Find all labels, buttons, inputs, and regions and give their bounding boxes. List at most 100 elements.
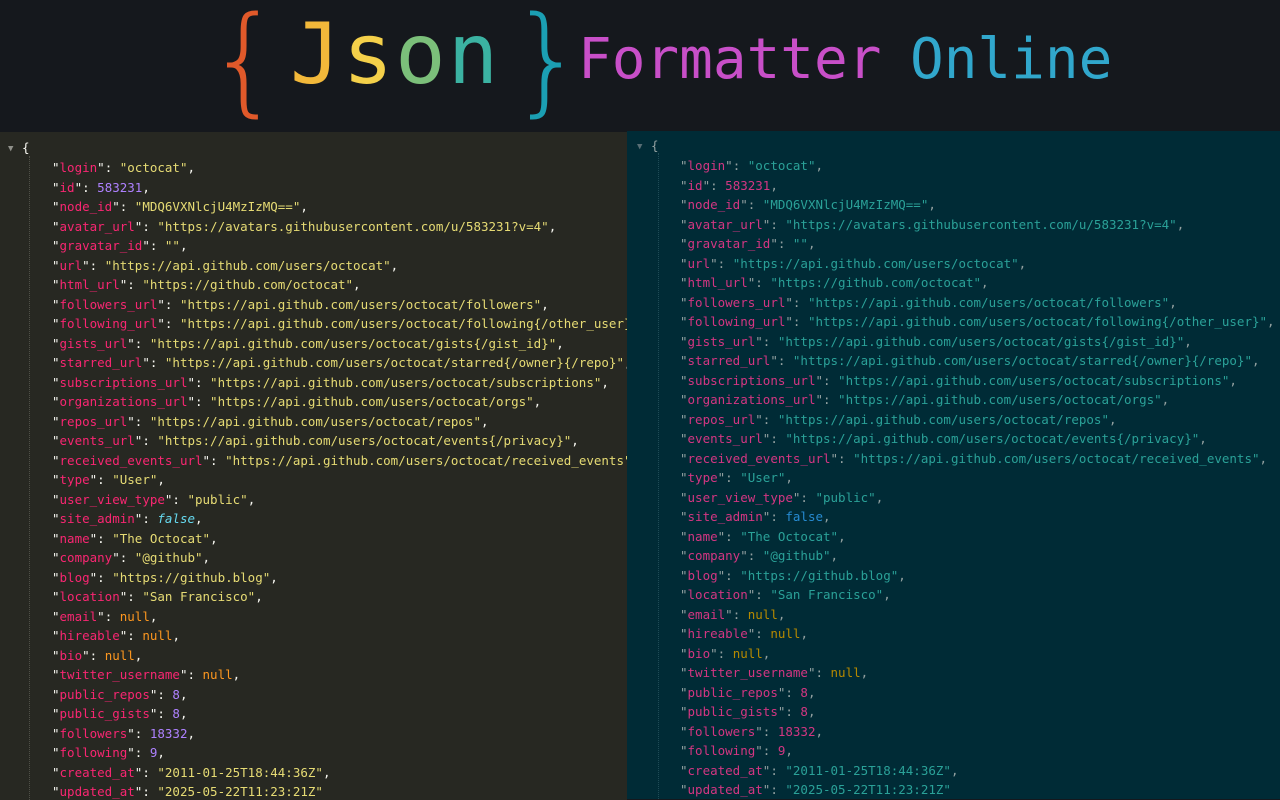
json-value: 583231 [97, 179, 143, 195]
quote: " [52, 647, 60, 663]
json-key: public_gists [687, 704, 778, 719]
json-key: organizations_url [59, 394, 188, 409]
quote-colon: ": [134, 764, 158, 780]
quote-colon: ": [187, 374, 211, 390]
quote: " [52, 667, 60, 682]
comma: , [1229, 372, 1237, 388]
quote: " [680, 333, 688, 349]
quote-colon: ": [134, 433, 158, 448]
json-key: repos_url [687, 411, 756, 427]
json-line: "gravatar_id": "", [52, 236, 627, 256]
json-line: "gists_url": "https://api.github.com/use… [52, 334, 627, 354]
json-line: "followers_url": "https://api.github.com… [680, 293, 1275, 313]
comma: , [807, 704, 816, 719]
json-value: "https://api.github.com/users/octocat/fo… [179, 316, 627, 331]
json-line: "created_at": "2011-01-25T18:44:36Z", [680, 761, 1275, 781]
quote: " [52, 725, 60, 741]
json-line: "gravatar_id": "", [680, 234, 1275, 254]
quote: " [680, 216, 688, 232]
json-value: "" [792, 236, 808, 251]
json-line: "node_id": "MDQ6VXNlcjU4MzIzMQ==", [680, 195, 1275, 215]
json-key: login [687, 158, 726, 173]
json-value: "@github" [134, 550, 203, 565]
comma: , [247, 491, 256, 507]
quote-colon: ": [762, 782, 786, 797]
quote: " [52, 452, 60, 468]
quote: " [52, 160, 60, 175]
quote: " [680, 411, 688, 427]
json-line: "following": 9, [52, 743, 627, 763]
quote: " [680, 353, 688, 368]
json-line: "created_at": "2011-01-25T18:44:36Z", [52, 763, 627, 783]
comma: , [172, 628, 180, 643]
json-key: following_url [59, 316, 158, 331]
comma: , [480, 413, 489, 429]
comma: , [898, 567, 906, 583]
quote-colon: ": [777, 704, 801, 719]
json-value: "MDQ6VXNlcjU4MzIzMQ==" [134, 199, 301, 214]
quote-colon: ": [710, 255, 733, 271]
quote: " [680, 314, 688, 329]
quote: " [52, 277, 60, 292]
quote-colon: ": [740, 548, 763, 563]
json-key: email [59, 608, 98, 624]
quote-colon: ": [112, 550, 135, 565]
json-line: "following": 9, [680, 741, 1275, 761]
json-value: "https://github.com/octocat" [770, 275, 982, 290]
comma: , [1251, 353, 1260, 368]
comma: , [807, 236, 816, 251]
json-key: site_admin [59, 511, 135, 526]
quote-colon: ": [187, 394, 211, 409]
json-key: html_url [59, 277, 120, 292]
json-line: "twitter_username": null, [52, 665, 627, 685]
json-value: "octocat" [119, 160, 188, 175]
quote-colon: ": [755, 411, 778, 427]
json-value: "" [164, 238, 180, 253]
banner-logo: { Json } Formatter Online [0, 0, 1280, 132]
quote: " [52, 355, 60, 370]
comma: , [770, 177, 778, 193]
quote: " [52, 413, 60, 429]
fold-toggle-icon[interactable]: ▼ [637, 142, 651, 152]
json-value: "https://api.github.com/users/octocat/re… [777, 411, 1109, 427]
quote-colon: ": [127, 413, 150, 429]
json-viewer-monokai[interactable]: ▼{ "login": "octocat", "id": 583231, "node… [0, 132, 627, 800]
json-line: "following_url": "https://api.github.com… [52, 314, 627, 334]
quote: " [680, 450, 688, 466]
json-value: 8 [800, 704, 808, 719]
quote: " [680, 606, 688, 622]
json-value: "https://api.github.com/users/octocat/fo… [807, 294, 1170, 310]
quote-colon: ": [740, 197, 763, 212]
json-line: "public_repos": 8, [52, 685, 627, 705]
quote: " [680, 431, 688, 446]
json-value: "https://api.github.com/users/octocat/ev… [157, 433, 572, 448]
quote-colon: ": [134, 511, 158, 526]
json-viewer-solarized[interactable]: ▼{ "login": "octocat", "id": 583231, "node… [627, 131, 1280, 799]
quote: " [52, 491, 60, 507]
json-key: subscriptions_url [59, 374, 188, 390]
json-value: "https://api.github.com/users/octocat/st… [792, 353, 1252, 368]
quote-colon: ": [755, 333, 778, 349]
fold-toggle-icon[interactable]: ▼ [8, 144, 22, 154]
quote: " [680, 470, 688, 485]
json-key: id [687, 177, 703, 193]
json-line: "bio": null, [680, 644, 1275, 664]
quote: " [680, 372, 688, 388]
quote-colon: ": [815, 372, 839, 388]
json-value: "User" [112, 472, 158, 487]
json-key: following [59, 745, 128, 760]
quote-colon: ": [755, 723, 778, 739]
json-key: created_at [59, 764, 135, 780]
comma: , [270, 569, 278, 585]
quote-colon: ": [710, 645, 733, 661]
json-key: company [59, 550, 113, 565]
json-value: 18332 [149, 725, 188, 741]
json-value: "https://avatars.githubusercontent.com/u… [785, 216, 1177, 232]
json-key: avatar_url [59, 218, 135, 234]
json-value: 18332 [777, 723, 816, 739]
json-line: "avatar_url": "https://avatars.githubuse… [680, 215, 1275, 235]
json-value: "https://api.github.com/users/octocat/fo… [179, 296, 542, 312]
json-line: "gists_url": "https://api.github.com/use… [680, 332, 1275, 352]
json-line: "avatar_url": "https://avatars.githubuse… [52, 217, 627, 237]
comma: , [353, 277, 361, 292]
